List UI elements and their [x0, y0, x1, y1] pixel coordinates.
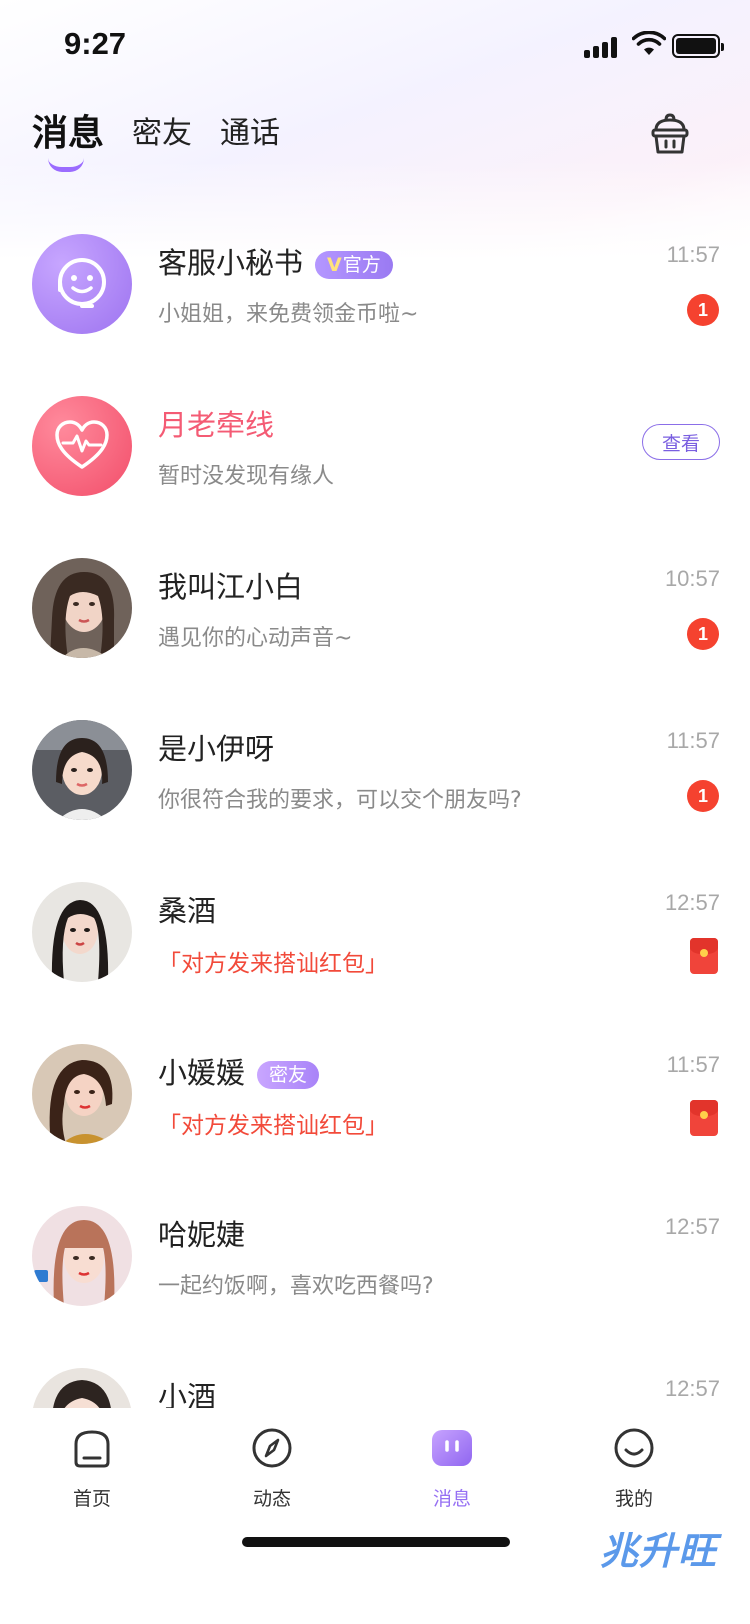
message-icon [432, 1430, 472, 1466]
message-time: 11:57 [666, 242, 720, 267]
smile-icon [614, 1428, 654, 1468]
tab-calls[interactable]: 通话 [220, 108, 280, 152]
nav-home-label: 首页 [72, 1488, 111, 1510]
message-preview: 一起约饭啊，喜欢吃西餐吗? [158, 1274, 434, 1299]
matchmaker-avatar [32, 396, 132, 496]
tab-close-friends[interactable]: 密友 [132, 108, 192, 152]
list-item[interactable]: 客服小秘书 V官方 小姐姐，来免费领金币啦~ 11:57 1 [0, 230, 750, 392]
avatar [32, 1368, 132, 1408]
message-time: 12:57 [664, 1214, 720, 1239]
message-preview: 「对方发来搭讪红包」 [158, 951, 388, 977]
avatar [32, 882, 132, 982]
official-badge-v: V [327, 254, 342, 276]
basket-icon[interactable] [648, 112, 692, 156]
home-indicator [242, 1537, 510, 1547]
message-preview: 你很符合我的要求，可以交个朋友吗? [158, 788, 522, 813]
message-time: 11:57 [666, 1052, 720, 1077]
contact-name: 月老牵线 [158, 408, 275, 442]
message-preview: 小姐姐，来免费领金币啦~ [158, 302, 419, 327]
list-item[interactable]: 是小伊呀 你很符合我的要求，可以交个朋友吗? 11:57 1 [0, 716, 750, 878]
home-icon [74, 1430, 110, 1468]
message-list: 客服小秘书 V官方 小姐姐，来免费领金币啦~ 11:57 1 月老牵线 暂时没发现… [0, 230, 750, 1408]
status-time: 9:27 [64, 26, 127, 61]
message-time: 12:57 [664, 1376, 720, 1401]
unread-badge: 1 [687, 780, 719, 812]
heart-pulse-icon [55, 420, 109, 469]
unread-badge: 1 [687, 294, 719, 326]
contact-name: 客服小秘书 V官方 [158, 240, 393, 282]
nav-profile[interactable]: 我的 [574, 1426, 694, 1511]
list-item[interactable]: 桑酒 「对方发来搭讪红包」 12:57 [0, 878, 750, 1040]
nav-messages-label: 消息 [432, 1488, 471, 1510]
list-item[interactable]: 哈妮婕 一起约饭啊，喜欢吃西餐吗? 12:57 [0, 1202, 750, 1364]
official-badge-text: 官方 [342, 254, 381, 276]
avatar [32, 1206, 132, 1306]
contact-name: 我叫江小白 [158, 570, 304, 604]
message-time: 11:57 [666, 728, 720, 753]
list-item[interactable]: 我叫江小白 遇见你的心动声音~ 10:57 1 [0, 554, 750, 716]
official-badge: V官方 [315, 251, 393, 279]
contact-name-text: 客服小秘书 [158, 246, 304, 280]
contact-name: 小酒 [158, 1380, 217, 1408]
list-item[interactable]: 小媛媛 密友 「对方发来搭讪红包」 11:57 [0, 1040, 750, 1202]
view-button[interactable]: 查看 [642, 424, 720, 460]
unread-badge: 1 [687, 618, 719, 650]
close-friend-badge: 密友 [257, 1061, 320, 1089]
bottom-navigation: 首页 动态 消息 我的 [0, 1408, 750, 1624]
headset-smiley-icon [58, 258, 106, 308]
red-packet-icon [690, 1100, 718, 1136]
message-preview: 暂时没发现有缘人 [158, 464, 335, 489]
contact-name: 桑酒 [158, 894, 217, 928]
nav-home[interactable]: 首页 [32, 1426, 152, 1511]
message-time: 12:57 [664, 890, 720, 915]
message-preview: 「对方发来搭讪红包」 [158, 1113, 388, 1139]
contact-name: 小媛媛 密友 [158, 1050, 320, 1092]
message-preview: 遇见你的心动声音~ [158, 626, 353, 651]
nav-profile-label: 我的 [614, 1488, 653, 1510]
avatar [32, 1044, 132, 1144]
nav-messages[interactable]: 消息 [392, 1426, 512, 1511]
message-time: 10:57 [664, 566, 720, 591]
nav-moments[interactable]: 动态 [212, 1426, 332, 1511]
contact-name-text: 小媛媛 [158, 1056, 246, 1090]
contact-name: 是小伊呀 [158, 732, 275, 766]
red-packet-icon [690, 938, 718, 974]
list-item[interactable]: 月老牵线 暂时没发现有缘人 查看 [0, 392, 750, 554]
wifi-icon [632, 31, 666, 55]
contact-name: 哈妮婕 [158, 1218, 246, 1252]
customer-service-avatar [32, 234, 132, 334]
cellular-signal-icon [584, 36, 622, 58]
compass-icon [252, 1428, 292, 1468]
watermark: 兆升旺 [600, 1529, 718, 1573]
nav-moments-label: 动态 [252, 1488, 291, 1510]
avatar [32, 720, 132, 820]
battery-icon [672, 34, 724, 58]
tab-messages[interactable]: 消息 [32, 104, 104, 156]
avatar [32, 558, 132, 658]
status-bar: 9:27 [0, 0, 750, 90]
list-item[interactable]: 小酒 12:57 [0, 1364, 750, 1408]
